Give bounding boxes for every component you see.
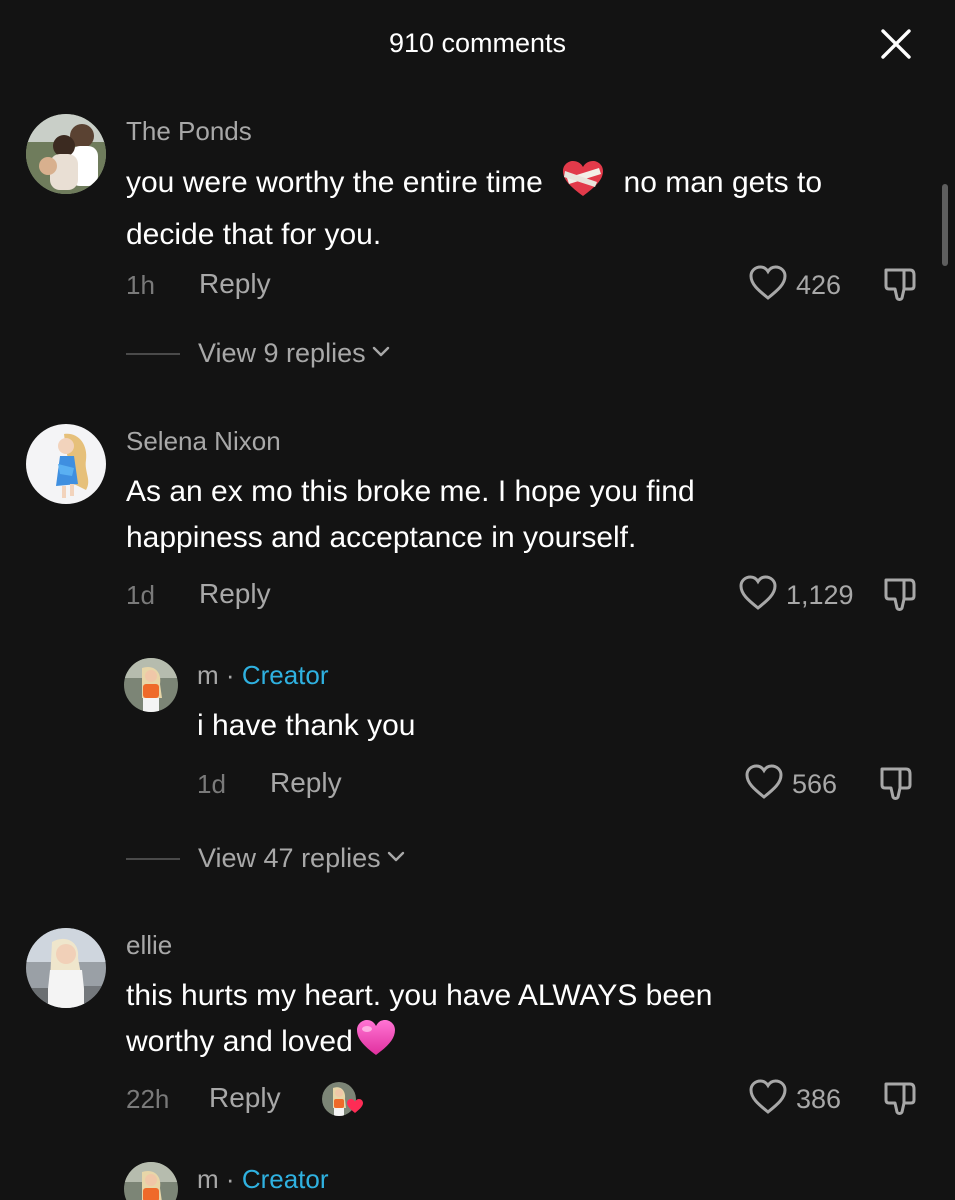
like-count: 1,129: [786, 580, 854, 610]
separator-dot: ·: [225, 1164, 235, 1194]
reply-button[interactable]: Reply: [209, 1082, 281, 1114]
heart-icon: [744, 763, 784, 806]
comment-text-part: happiness and acceptance in yourself.: [126, 521, 637, 554]
comment-timestamp: 22h: [126, 1084, 170, 1114]
avatar[interactable]: [124, 658, 178, 712]
dislike-icon[interactable]: [880, 1078, 920, 1123]
avatar[interactable]: [26, 114, 106, 194]
like-button[interactable]: 386: [748, 1078, 841, 1121]
separator-dot: ·: [225, 660, 235, 690]
like-button[interactable]: 426: [748, 264, 841, 307]
comment-text: As an ex mo this broke me. I hope you fi…: [126, 469, 926, 561]
comment-timestamp: 1d: [126, 580, 155, 610]
comment-text-part: this hurts my heart. you have ALWAYS bee…: [126, 979, 713, 1012]
dislike-icon[interactable]: [880, 264, 920, 309]
dislike-icon[interactable]: [876, 763, 916, 808]
close-icon[interactable]: [878, 26, 914, 62]
comment-text: this hurts my heart. you have ALWAYS bee…: [126, 973, 926, 1071]
avatar[interactable]: [26, 928, 106, 1008]
comment-text: i have thank you: [197, 709, 416, 742]
comment-username[interactable]: ellie: [126, 930, 172, 961]
divider-line: [126, 857, 180, 860]
comment-text: you were worthy the entire time no man g…: [126, 160, 936, 258]
red-heart-icon: [346, 1098, 364, 1119]
avatar[interactable]: [124, 1162, 178, 1200]
comment-text-part: As an ex mo this broke me. I hope you fi…: [126, 475, 695, 508]
reply-button[interactable]: Reply: [199, 578, 271, 610]
comment-text-part: you were worthy the entire time: [126, 166, 543, 199]
comment-timestamp: 1h: [126, 270, 155, 300]
creator-badge: Creator: [241, 1164, 329, 1194]
view-replies-button[interactable]: View 9 replies: [126, 338, 392, 369]
like-count: 386: [796, 1084, 842, 1114]
heart-icon: [748, 1078, 788, 1121]
like-button[interactable]: 566: [744, 763, 837, 806]
like-count: 426: [796, 270, 842, 300]
dislike-icon[interactable]: [880, 574, 920, 619]
like-button[interactable]: 1,129: [738, 574, 854, 617]
avatar[interactable]: [26, 424, 106, 504]
chevron-down-icon: [385, 845, 407, 872]
like-count: 566: [792, 769, 838, 799]
heart-icon: [738, 574, 778, 617]
creator-badge: Creator: [241, 660, 329, 690]
comments-header: 910 comments: [0, 0, 955, 90]
comment-username[interactable]: Selena Nixon: [126, 426, 281, 457]
comment-username[interactable]: The Ponds: [126, 116, 252, 147]
heart-icon: [748, 264, 788, 307]
comment-text-part: worthy and loved: [126, 1025, 353, 1058]
scrollbar[interactable]: [942, 184, 948, 266]
mending-heart-emoji: [561, 160, 605, 212]
view-replies-button[interactable]: View 47 replies: [126, 843, 407, 874]
comment-username[interactable]: m · Creator: [197, 1164, 329, 1195]
username-text: m: [197, 660, 219, 690]
divider-line: [126, 352, 180, 355]
view-replies-label: View 47 replies: [198, 843, 381, 873]
comment-username[interactable]: m · Creator: [197, 660, 329, 691]
username-text: m: [197, 1164, 219, 1194]
view-replies-label: View 9 replies: [198, 338, 366, 368]
comment-timestamp: 1d: [197, 769, 226, 799]
comments-count-title: 910 comments: [388, 28, 567, 58]
reply-button[interactable]: Reply: [270, 767, 342, 799]
pink-heart-emoji: [355, 1019, 397, 1071]
comment-text-part: no man gets to: [623, 166, 823, 199]
comment-text-part: decide that for you.: [126, 218, 382, 251]
reply-button[interactable]: Reply: [199, 268, 271, 300]
chevron-down-icon: [370, 340, 392, 367]
